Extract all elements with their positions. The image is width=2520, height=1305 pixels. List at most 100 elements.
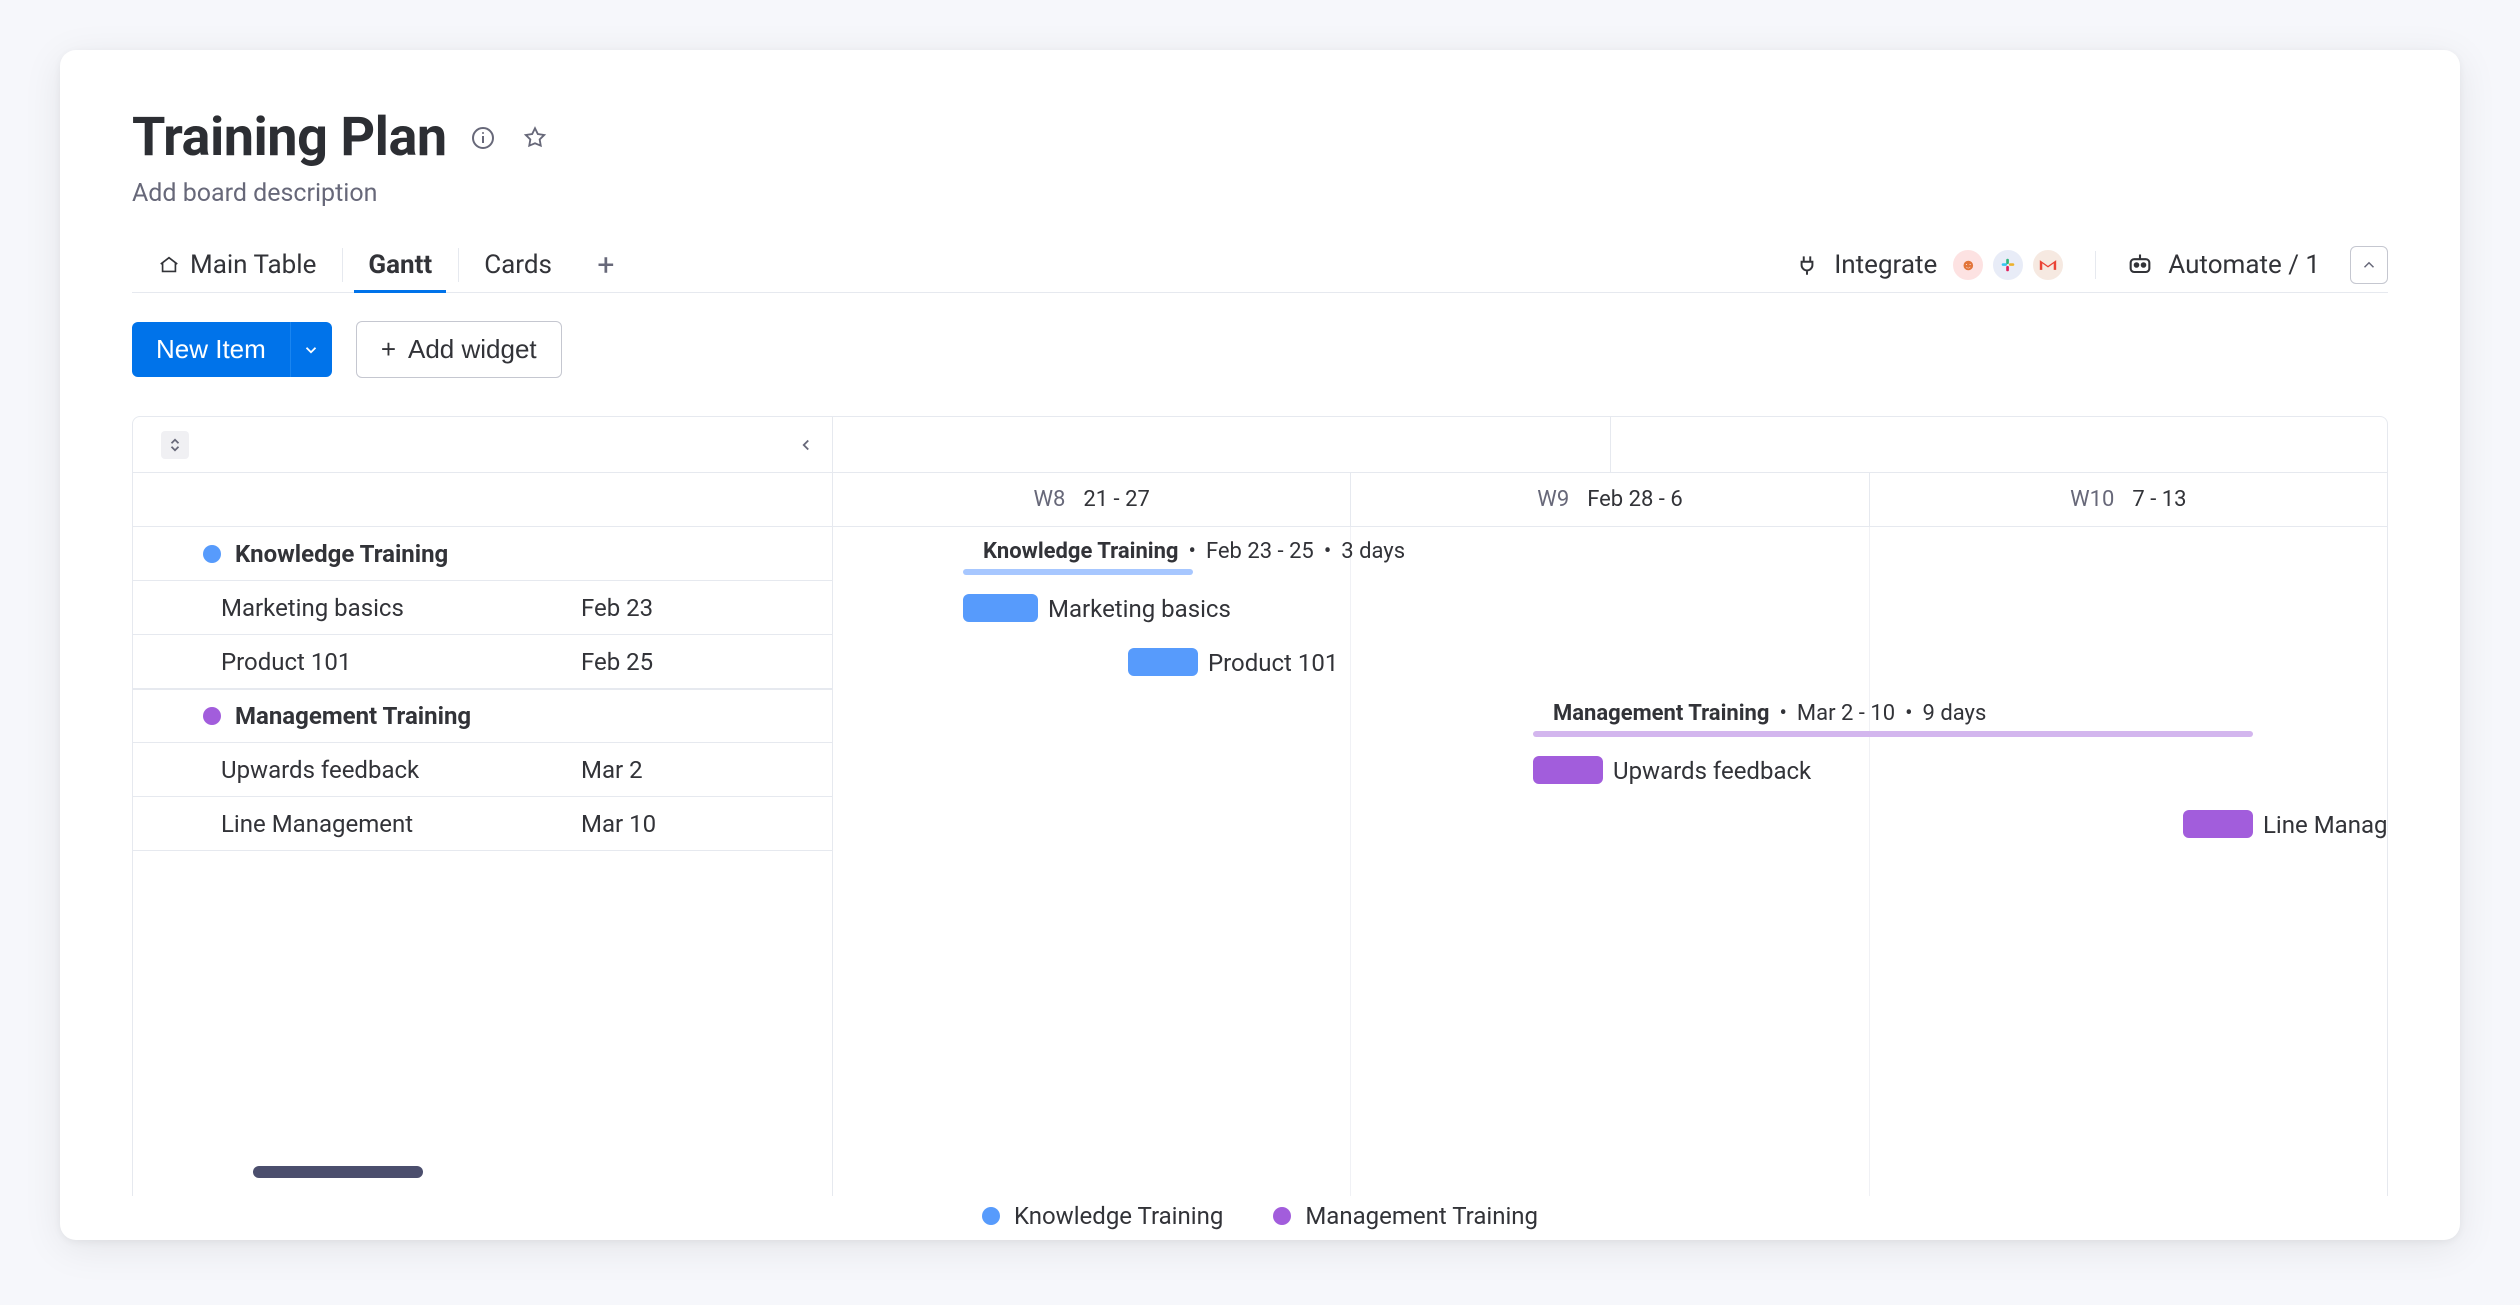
week-range: Feb 28 - 6 (1587, 487, 1683, 512)
robot-icon (2126, 251, 2154, 279)
legend-dot (982, 1207, 1000, 1225)
group-bar-range: Feb 23 - 25 (1206, 539, 1314, 564)
board-description[interactable]: Add board description (132, 179, 2388, 208)
gantt-legend: Knowledge Training Management Training (60, 1202, 2460, 1230)
group-bar-range: Mar 2 - 10 (1797, 701, 1895, 726)
week-num: W9 (1537, 487, 1569, 512)
group-bar[interactable] (963, 569, 1193, 575)
item-row[interactable]: Line Management Mar 10 (133, 797, 832, 851)
add-widget-button[interactable]: + Add widget (356, 321, 562, 378)
gantt-left-head (133, 417, 833, 472)
gantt-left-spacer (133, 473, 833, 527)
week-cell[interactable]: W10 7 - 13 (1870, 473, 2387, 526)
collapse-panel-button[interactable] (792, 431, 820, 459)
group-color-dot (203, 707, 221, 725)
integrate-button[interactable]: Integrate ☻ (1794, 248, 2065, 282)
group-bar[interactable] (1533, 731, 2253, 737)
item-date: Feb 23 (581, 594, 653, 622)
item-row[interactable]: Marketing basics Feb 23 (133, 581, 832, 635)
expand-collapse-groups[interactable] (161, 431, 189, 459)
legend-item[interactable]: Knowledge Training (982, 1202, 1223, 1230)
tab-cards[interactable]: Cards (458, 238, 578, 292)
item-date: Feb 25 (581, 648, 653, 676)
item-date: Mar 10 (581, 810, 656, 838)
group-bar-name: Knowledge Training (983, 539, 1179, 564)
week-cell[interactable]: W8 21 - 27 (833, 473, 1351, 526)
star-icon[interactable] (519, 122, 551, 154)
week-num: W10 (2070, 487, 2114, 512)
item-name: Marketing basics (221, 594, 581, 622)
gantt-item-list: Knowledge Training Marketing basics Feb … (133, 527, 833, 1196)
automate-label: Automate / 1 (2168, 250, 2320, 280)
group-bar-duration: 3 days (1341, 539, 1405, 564)
actions-row: New Item + Add widget (132, 321, 2388, 378)
integration-badge[interactable] (2031, 248, 2065, 282)
tabs-right: Integrate ☻ Automate / 1 (1794, 246, 2388, 284)
integration-badge[interactable]: ☻ (1951, 248, 1985, 282)
task-bar[interactable] (963, 594, 1038, 622)
integration-badges: ☻ (1951, 248, 2065, 282)
week-cell[interactable]: W9 Feb 28 - 6 (1351, 473, 1869, 526)
add-widget-label: Add widget (408, 334, 537, 365)
board-card: Training Plan Add board description Main… (60, 50, 2460, 1240)
title-row: Training Plan (132, 106, 2388, 169)
task-bar-label: Marketing basics (1048, 595, 1231, 623)
automate-button[interactable]: Automate / 1 (2126, 250, 2320, 280)
gantt-timeline-body[interactable]: Knowledge Training • Feb 23 - 25 • 3 day… (833, 527, 2387, 1196)
new-item-button[interactable]: New Item (132, 322, 290, 377)
task-bar-label: Line Manage (2263, 811, 2387, 839)
plus-icon: + (381, 334, 396, 365)
tab-gantt[interactable]: Gantt (342, 238, 458, 292)
group-name: Knowledge Training (235, 540, 448, 568)
task-bar-label: Upwards feedback (1613, 757, 1811, 785)
legend-label: Knowledge Training (1014, 1202, 1223, 1230)
week-range: 7 - 13 (2132, 487, 2186, 512)
week-num: W8 (1033, 487, 1065, 512)
gantt-top-row (133, 417, 2387, 473)
view-tabs: Main Table Gantt Cards + Integrate ☻ (132, 238, 2388, 293)
item-row[interactable]: Product 101 Feb 25 (133, 635, 832, 689)
gantt-timeline-head (833, 417, 2387, 472)
task-bar[interactable] (1533, 756, 1603, 784)
new-item-group: New Item (132, 322, 332, 377)
integration-badge[interactable] (1991, 248, 2025, 282)
group-row-knowledge[interactable]: Knowledge Training (133, 527, 832, 581)
chevron-left-icon (797, 436, 815, 454)
week-cells: W8 21 - 27 W9 Feb 28 - 6 W10 7 - 13 (833, 473, 2387, 526)
item-name: Upwards feedback (221, 756, 581, 784)
legend-item[interactable]: Management Training (1273, 1202, 1538, 1230)
group-bar-duration: 9 days (1923, 701, 1987, 726)
item-name: Product 101 (221, 648, 581, 676)
group-row-management[interactable]: Management Training (133, 689, 832, 743)
add-view-button[interactable]: + (584, 243, 628, 287)
gantt-body: Knowledge Training Marketing basics Feb … (133, 527, 2387, 1196)
tab-main-table[interactable]: Main Table (132, 238, 342, 292)
separator (2095, 251, 2096, 279)
group-color-dot (203, 545, 221, 563)
item-date: Mar 2 (581, 756, 643, 784)
group-bar-name: Management Training (1553, 701, 1769, 726)
mini-scrollbar[interactable] (253, 1166, 423, 1178)
group-bar-label: Management Training • Mar 2 - 10 • 9 day… (1553, 701, 1986, 726)
new-item-dropdown[interactable] (290, 322, 332, 377)
info-icon[interactable] (467, 122, 499, 154)
gantt-week-row: W8 21 - 27 W9 Feb 28 - 6 W10 7 - 13 (133, 473, 2387, 527)
task-bar-label: Product 101 (1208, 649, 1338, 677)
home-icon (158, 254, 180, 276)
chevron-down-icon (302, 341, 320, 359)
week-range: 21 - 27 (1083, 487, 1149, 512)
integrate-label: Integrate (1834, 250, 1937, 280)
group-name: Management Training (235, 702, 471, 730)
tabs-left: Main Table Gantt Cards + (132, 238, 628, 292)
item-row[interactable]: Upwards feedback Mar 2 (133, 743, 832, 797)
tab-label: Gantt (368, 250, 432, 280)
item-name: Line Management (221, 810, 581, 838)
task-bar[interactable] (2183, 810, 2253, 838)
task-bar[interactable] (1128, 648, 1198, 676)
plug-icon (1794, 252, 1820, 278)
board-title: Training Plan (132, 106, 447, 169)
group-bar-label: Knowledge Training • Feb 23 - 25 • 3 day… (983, 539, 1405, 564)
collapse-header-button[interactable] (2350, 246, 2388, 284)
gantt-widget: W8 21 - 27 W9 Feb 28 - 6 W10 7 - 13 Know… (132, 416, 2388, 1196)
tab-label: Main Table (190, 250, 316, 280)
